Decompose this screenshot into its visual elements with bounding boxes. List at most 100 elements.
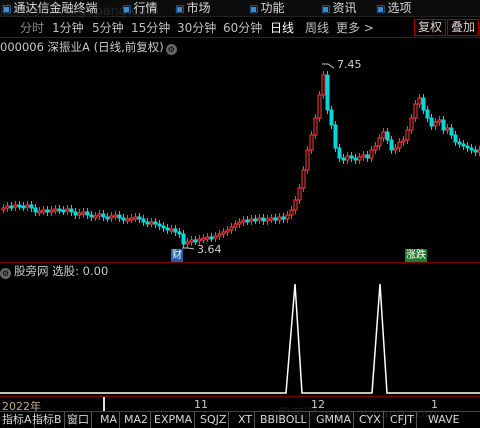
- candle-body: [253, 218, 258, 222]
- candle-body: [437, 119, 442, 123]
- candle-body: [377, 137, 382, 147]
- change-badge[interactable]: 涨跌: [405, 249, 427, 262]
- app-title-text: 通达信金融终端: [13, 1, 98, 15]
- menu-market-icon: ▣: [175, 4, 185, 15]
- candle-body: [117, 214, 122, 219]
- date-label-dec: 12: [311, 398, 325, 411]
- candle-body: [425, 109, 430, 119]
- candle-body: [97, 213, 102, 217]
- candle-body: [41, 209, 46, 213]
- menu-options-label: 选项: [387, 1, 412, 15]
- ind-tab-wave[interactable]: WAVE: [426, 412, 462, 428]
- menu-quotes-label: 行情: [133, 1, 158, 15]
- candle-body: [73, 211, 78, 216]
- menu-news-label: 资讯: [332, 1, 357, 15]
- tab-1min[interactable]: 1分钟: [52, 20, 84, 36]
- candle-body: [305, 149, 310, 171]
- ind-tab-cyx[interactable]: CYX: [357, 412, 384, 428]
- ind-tab-expma[interactable]: EXPMA: [152, 412, 196, 428]
- candle-body: [233, 223, 238, 228]
- chart-settings-icon[interactable]: ⚙: [165, 44, 177, 55]
- finance-badge[interactable]: 财: [171, 249, 183, 262]
- menu-item-options[interactable]: ▣ 选项: [376, 0, 411, 17]
- candle-body: [269, 217, 274, 221]
- candle-body: [409, 117, 414, 131]
- candle-body: [101, 213, 106, 218]
- candle-body: [57, 208, 62, 212]
- tab-5min[interactable]: 5分钟: [92, 20, 124, 36]
- candle-body: [469, 147, 474, 151]
- menu-item-market[interactable]: ▣ 市场: [175, 0, 210, 17]
- candle-body: [189, 239, 194, 243]
- menu-item-news[interactable]: ▣ 资讯: [321, 0, 356, 17]
- overlay-button[interactable]: 叠加: [447, 19, 480, 36]
- app-title: ▣ 通达信金融终端: [2, 0, 97, 17]
- signal-line: [0, 283, 480, 394]
- candle-body: [225, 229, 230, 233]
- date-label-jan: 1: [431, 398, 438, 411]
- candle-body: [37, 210, 42, 214]
- high-price-leader: [322, 63, 335, 69]
- candle-body: [417, 97, 422, 105]
- ind-tab-ma2[interactable]: MA2: [122, 412, 152, 428]
- candle-body: [9, 205, 14, 209]
- candle-body: [229, 226, 234, 231]
- candle-body: [209, 236, 214, 240]
- candle-body: [201, 237, 206, 241]
- candle-body: [241, 219, 246, 223]
- selection-signal-chart[interactable]: [0, 278, 480, 396]
- tab-30min[interactable]: 30分钟: [177, 20, 216, 36]
- ind-tab-cfjt[interactable]: CFJT: [388, 412, 417, 428]
- candle-body: [69, 208, 74, 213]
- candle-body: [113, 214, 118, 218]
- candle-body: [321, 74, 326, 96]
- candle-body: [53, 208, 58, 212]
- fuquan-button[interactable]: 复权: [414, 19, 447, 36]
- candle-body: [329, 109, 334, 126]
- tab-weekly[interactable]: 周线: [305, 20, 329, 36]
- menu-item-quotes[interactable]: ▣ 行情: [122, 0, 157, 17]
- candle-body: [325, 74, 330, 111]
- candle-body: [245, 219, 250, 223]
- menu-market-label: 市场: [186, 1, 211, 15]
- ind-tab-window[interactable]: 窗口: [65, 412, 92, 428]
- high-price-label: 7.45: [337, 58, 362, 71]
- date-tick: [103, 397, 105, 411]
- candle-body: [125, 218, 130, 222]
- candle-body: [281, 216, 286, 220]
- menu-item-function[interactable]: ▣ 功能: [249, 0, 284, 17]
- candle-body: [157, 223, 162, 227]
- tab-60min[interactable]: 60分钟: [223, 20, 262, 36]
- ind-tab-ma[interactable]: MA: [98, 412, 121, 428]
- candle-body: [273, 217, 278, 221]
- candle-body: [105, 216, 110, 220]
- app-logo-icon: ▣: [2, 4, 12, 15]
- candle-body: [185, 241, 190, 245]
- candlestick-chart[interactable]: [0, 39, 480, 262]
- tab-15min[interactable]: 15分钟: [131, 20, 170, 36]
- tab-fenshi[interactable]: 分时: [20, 20, 44, 36]
- candle-body: [93, 215, 98, 219]
- ind-tab-b[interactable]: 指标B: [30, 412, 65, 428]
- tab-more[interactable]: 更多 >: [336, 20, 374, 36]
- ind-tab-gmma[interactable]: GMMA: [314, 412, 355, 428]
- ind-tab-xt[interactable]: XT: [236, 412, 256, 428]
- candle-body: [45, 209, 50, 213]
- candle-body: [361, 154, 366, 158]
- candle-body: [421, 97, 426, 111]
- ind-tab-bbiboll[interactable]: BBIBOLL: [258, 412, 310, 428]
- sub-header-text: 股旁网 选股: 0.00: [14, 264, 109, 278]
- candle-body: [81, 211, 86, 215]
- candle-body: [33, 207, 38, 213]
- candle-body: [381, 131, 386, 139]
- candle-body: [257, 217, 262, 221]
- ind-tab-sqjz[interactable]: SQJZ: [198, 412, 230, 428]
- candle-body: [461, 143, 466, 147]
- candle-body: [457, 141, 462, 145]
- candle-body: [149, 221, 154, 225]
- tab-daily[interactable]: 日线: [270, 20, 294, 36]
- candle-body: [465, 145, 470, 149]
- low-price-label: 3.64: [197, 243, 222, 256]
- date-axis: 2022年 11 12 1: [0, 396, 480, 413]
- candle-body: [265, 218, 270, 222]
